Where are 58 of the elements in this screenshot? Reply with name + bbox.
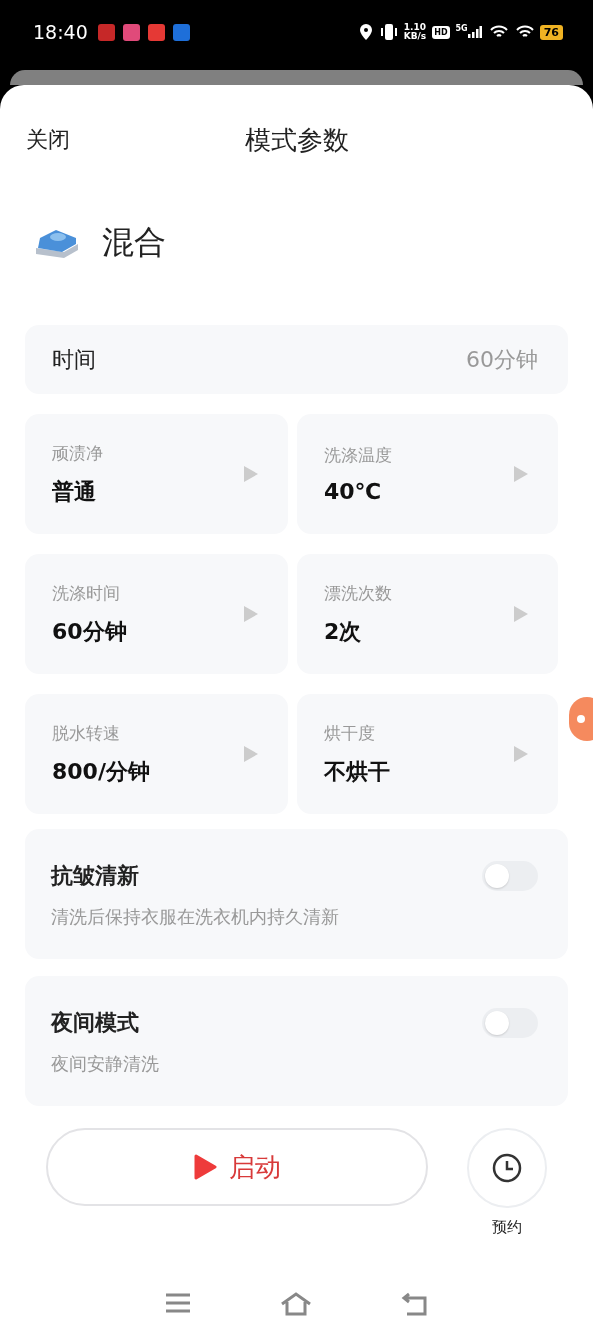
setting-label: 洗涤时间 [52,581,121,605]
setting-card[interactable]: 洗涤时间 60分钟 [25,554,288,674]
play-icon [242,465,260,483]
time-row[interactable]: 时间 60分钟 [25,325,568,394]
app-notification-icon [147,23,165,41]
time-label: 时间 [52,345,96,374]
setting-value: 2次 [324,617,363,646]
battery-level: 76 [539,24,563,40]
menu-button[interactable] [164,1292,191,1316]
setting-label: 顽渍净 [52,441,103,465]
play-icon [242,605,260,623]
setting-value: 800/分钟 [52,757,150,786]
setting-label: 洗涤温度 [324,444,392,467]
setting-value: 不烘干 [324,757,390,786]
wifi-icon [515,25,534,39]
location-icon [359,24,372,40]
home-button[interactable] [279,1292,312,1316]
setting-value: 60分钟 [52,617,127,646]
mode-name: 混合 [102,222,166,263]
setting-label: 漂洗次数 [324,581,392,605]
play-icon [512,465,530,483]
setting-card[interactable]: 漂洗次数 2次 [297,554,558,674]
play-icon [242,745,260,763]
schedule-label: 预约 [492,1218,522,1237]
clock-icon [491,1152,523,1184]
start-button[interactable]: 启动 [46,1128,428,1206]
signal-icon [467,26,482,38]
wifi-icon [489,25,508,39]
toggle-switch[interactable] [482,861,538,891]
setting-card[interactable]: 洗涤温度 40℃ [297,414,558,534]
setting-card[interactable]: 脱水转速 800/分钟 [25,694,288,814]
play-icon [193,1154,217,1180]
network-type: 5G [455,23,468,33]
close-button[interactable]: 关闭 [26,125,70,155]
time-value: 60分钟 [466,345,538,374]
page-title: 模式参数 [244,123,349,157]
play-icon [512,605,530,623]
setting-card[interactable]: 顽渍净 普通 [25,414,288,534]
setting-value: 40℃ [324,479,383,504]
setting-label: 烘干度 [324,721,376,745]
toggle-description: 清洗后保持衣服在洗衣机内持久清新 [51,905,340,929]
app-notification-icon [122,23,140,41]
app-notification-icon [97,23,115,41]
setting-value: 普通 [52,477,97,506]
network-speed-unit: KB/s [403,32,427,41]
toggle-switch[interactable] [482,1008,538,1038]
back-button[interactable] [400,1292,429,1316]
play-icon [512,745,530,763]
vibrate-icon [379,24,398,40]
toggle-description: 夜间安静清洗 [51,1052,160,1076]
network-speed: 1.10 [403,23,427,32]
app-notification-icon [172,23,190,41]
toggle-title: 夜间模式 [51,1009,139,1037]
setting-label: 脱水转速 [52,721,121,745]
status-time: 18:40 [33,21,88,43]
setting-card[interactable]: 烘干度 不烘干 [297,694,558,814]
hd-badge: HD [432,25,450,39]
toggle-title: 抗皱清新 [51,862,139,890]
